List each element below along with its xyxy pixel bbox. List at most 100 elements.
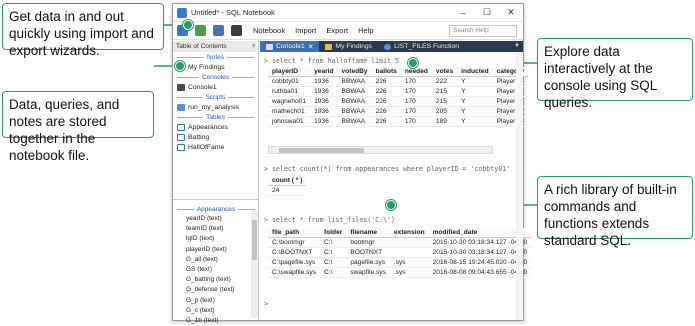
table-icon[interactable] (213, 25, 224, 36)
column-list-item[interactable]: G_c (text) (173, 306, 259, 316)
column-list-item[interactable]: lgID (text) (173, 234, 259, 244)
console-output[interactable]: > select * from halloffame limit 5 playe… (260, 52, 532, 320)
column-list-item[interactable]: G_1b (text) (173, 316, 259, 326)
column-header[interactable]: folder (319, 228, 347, 238)
close-tab-icon[interactable]: ✕ (308, 43, 314, 51)
column-list-scrollbar[interactable] (251, 210, 258, 318)
table-cell: C:\bootmgr (268, 237, 320, 248)
scripts-section-label: Scripts (177, 94, 254, 101)
console-scrollbar[interactable] (516, 52, 523, 320)
column-header[interactable]: votedBy (337, 67, 372, 77)
column-header[interactable]: playerID (268, 67, 311, 77)
tab-my-findings[interactable]: My Findings (319, 41, 378, 52)
column-list-item[interactable]: G_p (text) (173, 296, 259, 306)
column-list-item[interactable]: playerID (text) (173, 245, 259, 255)
close-button[interactable]: ✕ (499, 7, 523, 18)
table-cell: BBWAA (337, 86, 372, 97)
table-cell: mathech01 (268, 106, 311, 117)
console-command: > select * from list_files('C:\') (264, 216, 396, 224)
table-cell: .sys (389, 257, 429, 268)
console-command: > select * from halloffame limit 5 (264, 57, 399, 65)
callout-explore: Explore data interactively at the consol… (537, 38, 693, 110)
table-cell: wagneho01 (268, 96, 311, 107)
table-icon (177, 133, 185, 141)
callout-marker (183, 20, 193, 30)
column-list-item[interactable]: G_batting (text) (173, 275, 259, 285)
pin-icon[interactable]: ᵖ (253, 41, 255, 52)
column-header[interactable]: inducted (457, 67, 493, 77)
column-header[interactable]: votes (431, 67, 458, 77)
help-icon (384, 43, 392, 50)
column-list-item[interactable]: G_all (text) (173, 255, 259, 265)
table-cell: 215 (431, 96, 458, 107)
callout-marker (175, 61, 185, 71)
table-cell: pagefile.sys (346, 257, 390, 268)
table-row: 24 (268, 185, 307, 196)
scrollbar-thumb[interactable] (279, 148, 364, 153)
table-cell: C:\ (319, 237, 347, 248)
column-header[interactable]: ballots (371, 67, 401, 77)
callout-library: A rich library of built-in commands and … (537, 176, 693, 248)
result-horizontal-scrollbar[interactable] (268, 146, 493, 154)
window-title: Untitled* - SQL Notebook (191, 8, 275, 17)
column-header[interactable]: file_path (268, 228, 320, 238)
menu-help[interactable]: Help (354, 26, 377, 35)
table-cell: 226 (371, 96, 401, 107)
table-row: ruthba01 1936 BBWAA 226 170 215 Y Player (268, 86, 529, 97)
scrollbar-thumb[interactable] (252, 220, 257, 260)
maximize-button[interactable]: ☐ (475, 7, 499, 18)
column-list-item[interactable]: teamID (text) (173, 224, 259, 234)
column-header[interactable]: filename (346, 228, 390, 238)
table-cell: Y (457, 116, 493, 127)
column-header[interactable]: count ( * ) (268, 176, 307, 186)
minimize-button[interactable]: – (451, 8, 475, 18)
table-cell: C:\ (319, 257, 347, 268)
table-cell (389, 247, 429, 258)
console-prompt[interactable]: > (264, 300, 268, 308)
table-cell: BBWAA (337, 96, 372, 107)
table-cell: 226 (371, 106, 401, 117)
console-icon[interactable] (231, 25, 242, 36)
table-row: C:\pagefile.sys C:\ pagefile.sys .sys 2016-0… (268, 257, 532, 268)
note-icon (325, 43, 333, 50)
column-list-item[interactable]: GS (text) (173, 265, 259, 275)
table-cell: C:\swapfile.sys (268, 267, 320, 278)
column-header[interactable]: extension (389, 228, 429, 238)
table-cell: C:\ (319, 267, 347, 278)
column-header[interactable]: yearid (310, 67, 338, 77)
column-list-panel: Appearances yearID (text) teamID (text) lg… (173, 199, 259, 324)
menu-export[interactable]: Export (322, 26, 352, 35)
app-icon (177, 7, 187, 18)
column-list-item[interactable]: G_defense (text) (173, 285, 259, 295)
document-area: Console1 ✕ My Findings LIST_FILES Functi… (260, 41, 532, 320)
table-row: C:\swapfile.sys C:\ swapfile.sys .sys 2016-0… (268, 267, 532, 278)
tab-dropdown-icon[interactable]: ▼ (511, 41, 523, 52)
result-table-count: count ( * ) 24 (268, 176, 307, 196)
tab-console1[interactable]: Console1 ✕ (260, 41, 320, 52)
sql-notebook-window: Untitled* - SQL Notebook – ☐ ✕ Notebook … (172, 3, 532, 324)
toc-item-my-findings[interactable]: My Findings (173, 62, 258, 72)
toc-item-console1[interactable]: Console1 (173, 82, 258, 92)
console-icon (177, 83, 185, 91)
toc-item-batting[interactable]: Batting (173, 132, 258, 142)
table-cell: BOOTNXT (346, 247, 390, 258)
table-row: C:\BOOTNXT C:\ BOOTNXT 2015-10-30 03:18:34.… (268, 247, 532, 258)
console-icon (266, 43, 273, 50)
column-list: yearID (text) teamID (text) lgID (text) pla… (173, 214, 259, 326)
column-header[interactable]: needed (400, 67, 432, 77)
table-row: C:\bootmgr C:\ bootmgr 2015-10-30 03:18:34.… (268, 237, 532, 248)
toc-item-run-my-analysis[interactable]: run_my_analysis (173, 102, 258, 112)
menu-notebook[interactable]: Notebook (249, 26, 289, 35)
tables-section-label: Tables (177, 114, 254, 121)
table-cell: 170 (400, 106, 432, 117)
toc-item-halloffame[interactable]: HallOfFame (173, 142, 258, 152)
table-cell: johnswa01 (268, 116, 311, 127)
result-table-list-files: file_path folder filename extension modified… (268, 228, 532, 278)
toc-item-appearances[interactable]: Appearances (173, 122, 258, 132)
search-help-input[interactable]: Search Help (449, 24, 517, 37)
save-icon[interactable] (195, 25, 206, 36)
table-cell: 205 (431, 106, 458, 117)
menu-import[interactable]: Import (291, 26, 320, 35)
column-list-item[interactable]: yearID (text) (173, 214, 259, 224)
tab-list-files-function[interactable]: LIST_FILES Function (378, 41, 465, 52)
